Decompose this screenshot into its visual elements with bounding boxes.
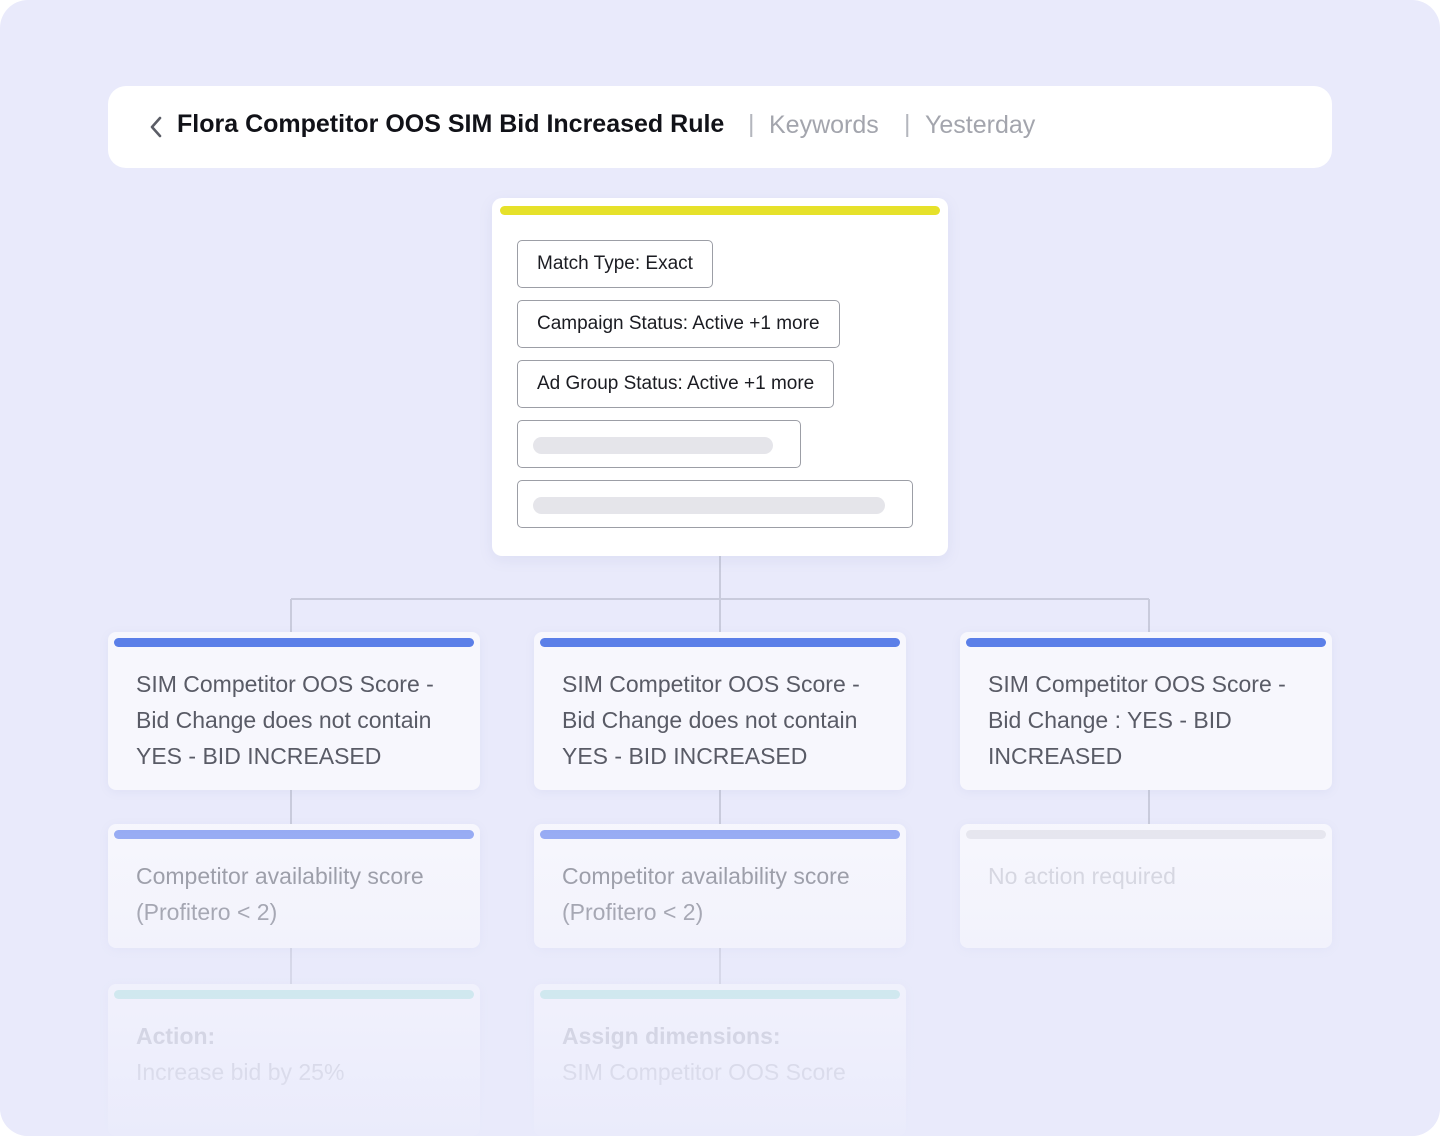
check-text: Competitor availability score (Profitero… [562, 863, 850, 925]
action-value: Increase bid by 25% [136, 1059, 345, 1085]
action-heading: Action: [136, 1023, 216, 1049]
tree-connectors [290, 556, 1150, 984]
filter-chip-match-type[interactable]: Match Type: Exact [517, 240, 713, 288]
check-text: Competitor availability score (Profitero… [136, 863, 424, 925]
check-bar [966, 830, 1326, 839]
action-bar [540, 990, 900, 999]
assign-dimensions-node[interactable]: Assign dimensions: SIM Competitor OOS Sc… [534, 984, 906, 1136]
filter-chip-placeholder [517, 420, 801, 468]
action-node[interactable]: Action: Increase bid by 25% [108, 984, 480, 1136]
check-node[interactable]: No action required [960, 824, 1332, 948]
canvas: Flora Competitor OOS SIM Bid Increased R… [0, 0, 1440, 1136]
action-heading: Assign dimensions: [562, 1023, 781, 1049]
filter-chip-campaign-status[interactable]: Campaign Status: Active +1 more [517, 300, 840, 348]
condition-bar [114, 638, 474, 647]
condition-text: SIM Competitor OOS Score - Bid Change : … [988, 671, 1286, 769]
condition-bar [966, 638, 1326, 647]
loading-skeleton [533, 497, 885, 514]
condition-bar [540, 638, 900, 647]
condition-text: SIM Competitor OOS Score - Bid Change do… [136, 671, 434, 769]
filter-chip-ad-group-status[interactable]: Ad Group Status: Active +1 more [517, 360, 835, 408]
action-value: SIM Competitor OOS Score [562, 1059, 846, 1085]
action-bar [114, 990, 474, 999]
check-bar [540, 830, 900, 839]
condition-node[interactable]: SIM Competitor OOS Score - Bid Change do… [108, 632, 480, 790]
check-node[interactable]: Competitor availability score (Profitero… [534, 824, 906, 948]
condition-text: SIM Competitor OOS Score - Bid Change do… [562, 671, 860, 769]
filter-chip-placeholder [517, 480, 913, 528]
check-node[interactable]: Competitor availability score (Profitero… [108, 824, 480, 948]
action-content: Assign dimensions: SIM Competitor OOS Sc… [562, 1018, 882, 1090]
no-action-text: No action required [988, 863, 1176, 889]
check-bar [114, 830, 474, 839]
loading-skeleton [533, 437, 773, 454]
filter-card: Match Type: Exact Campaign Status: Activ… [492, 198, 948, 556]
filter-card-accent [500, 206, 940, 215]
action-content: Action: Increase bid by 25% [136, 1018, 456, 1090]
condition-node[interactable]: SIM Competitor OOS Score - Bid Change do… [534, 632, 906, 790]
condition-node[interactable]: SIM Competitor OOS Score - Bid Change : … [960, 632, 1332, 790]
